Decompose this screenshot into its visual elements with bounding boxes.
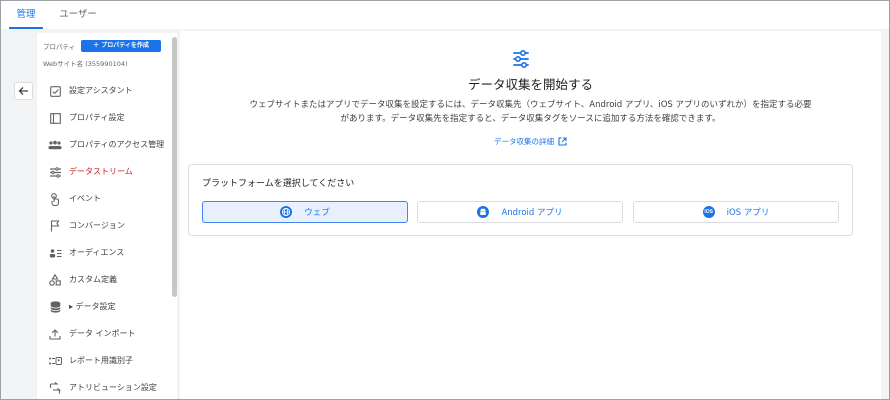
page-title: データ収集を開始する xyxy=(467,77,593,92)
sidebar-item-events[interactable]: イベント xyxy=(37,186,172,212)
top-tab-bar: 管理 ユーザー xyxy=(1,1,889,29)
sidebar-item-label: データ インポート xyxy=(69,329,136,338)
admin-sidebar: プロパティ ＋ プロパティを作成 Webサイト名 (355990104) 設定ア… xyxy=(37,33,177,399)
tab-admin[interactable]: 管理 xyxy=(9,1,43,29)
property-settings-icon xyxy=(48,111,62,125)
attribution-icon xyxy=(48,381,62,395)
property-name: Webサイト名 (355990104) xyxy=(43,60,128,68)
platform-selector: プラットフォームを選択してください ウェブ Android アプリ iOS iO… xyxy=(188,164,853,236)
ios-icon: iOS xyxy=(702,206,715,218)
sidebar-item-label: オーディエンス xyxy=(69,248,125,257)
tab-user[interactable]: ユーザー xyxy=(57,1,99,29)
app-window: 管理 ユーザー プロパティ ＋ プロパティを作成 Webサイト名 (355990… xyxy=(0,0,890,400)
sidebar-item-property-access[interactable]: プロパティのアクセス管理 xyxy=(37,132,172,158)
sidebar-item-reporting-identity[interactable]: レポート用識別子 xyxy=(37,348,172,374)
sidebar-item-data-settings[interactable]: ▸ データ設定 xyxy=(37,294,172,320)
platform-label: iOS アプリ xyxy=(726,208,770,218)
sidebar-item-conversions[interactable]: コンバージョン xyxy=(37,213,172,239)
sidebar-item-audiences[interactable]: オーディエンス xyxy=(37,240,172,266)
learn-more-label: データ収集の詳細 xyxy=(494,137,554,146)
sidebar-scrollbar[interactable] xyxy=(172,37,177,297)
globe-icon xyxy=(280,206,293,218)
sidebar-item-label: カスタム定義 xyxy=(69,275,117,284)
sidebar-item-label: レポート用識別子 xyxy=(69,356,133,365)
data-stream-icon xyxy=(513,49,529,69)
people-icon xyxy=(48,138,62,152)
arrow-left-icon xyxy=(18,87,28,95)
sidebar-item-setup-assistant[interactable]: 設定アシスタント xyxy=(37,78,172,104)
sidebar-item-label: ▸ データ設定 xyxy=(69,302,116,311)
property-label: プロパティ xyxy=(43,43,76,51)
sidebar-item-label: プロパティのアクセス管理 xyxy=(69,140,165,149)
sidebar-item-property-settings[interactable]: プロパティ設定 xyxy=(37,105,172,131)
platform-android-button[interactable]: Android アプリ xyxy=(417,201,623,223)
platform-ios-button[interactable]: iOS iOS アプリ xyxy=(633,201,839,223)
sidebar-item-data-import[interactable]: データ インポート xyxy=(37,321,172,347)
audience-icon xyxy=(48,246,62,260)
sidebar-item-label: データストリーム xyxy=(69,167,133,176)
create-property-button[interactable]: ＋ プロパティを作成 xyxy=(81,40,161,52)
touch-icon xyxy=(48,192,62,206)
android-icon xyxy=(477,206,490,218)
external-link-icon xyxy=(558,136,567,148)
platform-heading: プラットフォームを選択してください xyxy=(202,179,355,189)
learn-more-link[interactable]: データ収集の詳細 xyxy=(180,136,881,148)
sidebar-item-label: アトリビューション設定 xyxy=(69,383,157,392)
sidebar-item-label: コンバージョン xyxy=(69,221,125,230)
sidebar-item-label: 設定アシスタント xyxy=(69,86,133,95)
database-icon xyxy=(48,300,62,314)
checkbox-icon xyxy=(48,84,62,98)
ios-icon-text: iOS xyxy=(704,209,713,215)
shapes-icon xyxy=(48,273,62,287)
sidebar-item-label: イベント xyxy=(69,194,101,203)
data-streams-panel: データ収集を開始する ウェブサイトまたはアプリでデータ収集を設定するには、データ… xyxy=(180,31,881,399)
platform-label: Android アプリ xyxy=(501,208,563,218)
page-description: ウェブサイトまたはアプリでデータ収集を設定するには、データ収集先（ウェブサイト、… xyxy=(210,98,851,126)
data-stream-icon xyxy=(48,165,62,179)
sidebar-item-label: プロパティ設定 xyxy=(69,113,125,122)
back-button[interactable] xyxy=(14,82,33,100)
sidebar-item-attribution-settings[interactable]: アトリビューション設定 xyxy=(37,375,172,399)
flag-icon xyxy=(48,219,62,233)
sidebar-item-data-streams[interactable]: データストリーム xyxy=(37,159,172,185)
description-line: があります。データ収集先を指定すると、データ収集タグをソースに追加する方法を確認… xyxy=(340,114,721,124)
sidebar-item-custom-definitions[interactable]: カスタム定義 xyxy=(37,267,172,293)
identifier-icon xyxy=(48,354,62,368)
platform-label: ウェブ xyxy=(304,208,330,218)
description-line: ウェブサイトまたはアプリでデータ収集を設定するには、データ収集先（ウェブサイト、… xyxy=(249,100,812,110)
platform-web-button[interactable]: ウェブ xyxy=(202,201,408,223)
upload-icon xyxy=(48,327,62,341)
